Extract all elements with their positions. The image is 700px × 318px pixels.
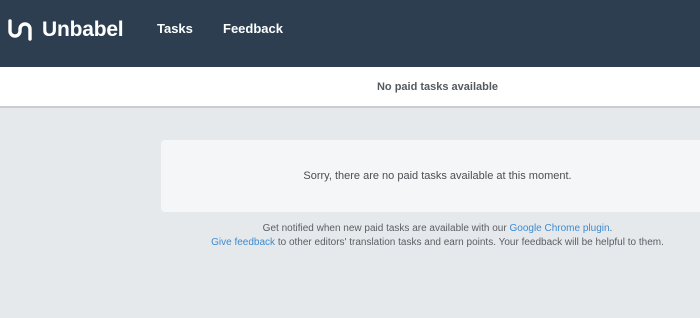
unbabel-logo-icon <box>8 19 32 41</box>
no-tasks-message: Sorry, there are no paid tasks available… <box>303 170 572 182</box>
status-header-bar: No paid tasks available <box>0 67 700 108</box>
top-navigation-bar: Unbabel Tasks Feedback <box>0 0 700 67</box>
brand-name: Unbabel <box>42 18 124 41</box>
chrome-plugin-info: Get notified when new paid tasks are ava… <box>161 223 700 235</box>
nav-feedback-link[interactable]: Feedback <box>223 21 283 37</box>
google-chrome-plugin-link[interactable]: Google Chrome plugin <box>509 223 609 234</box>
no-tasks-notice-card: Sorry, there are no paid tasks available… <box>161 140 700 212</box>
chrome-plugin-info-period: . <box>609 223 613 234</box>
page-title: No paid tasks available <box>376 81 499 93</box>
unbabel-logo[interactable]: Unbabel <box>7 17 124 43</box>
feedback-info: Give feedback to other editors' translat… <box>150 237 700 249</box>
nav-tasks-link[interactable]: Tasks <box>157 21 193 37</box>
feedback-info-text: to other editors' translation tasks and … <box>275 237 664 248</box>
give-feedback-link[interactable]: Give feedback <box>211 237 275 248</box>
chrome-plugin-info-text: Get notified when new paid tasks are ava… <box>262 223 510 234</box>
